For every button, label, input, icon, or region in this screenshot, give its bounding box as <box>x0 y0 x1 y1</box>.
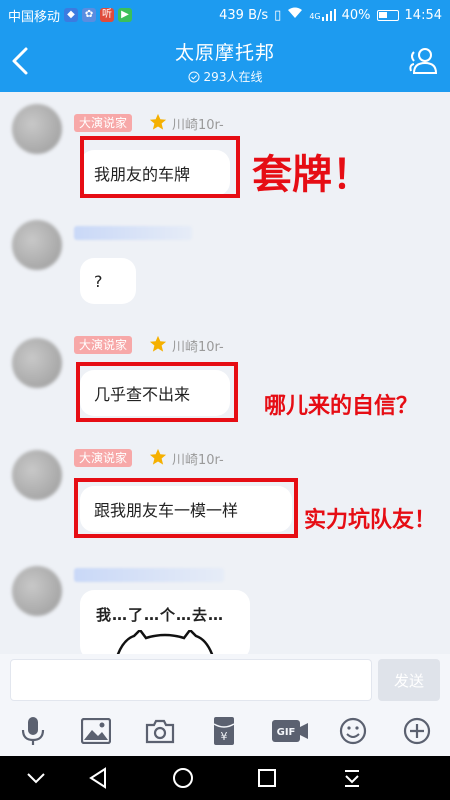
highlight-box <box>74 478 298 538</box>
sender-name[interactable]: 川崎10r- <box>172 449 224 468</box>
member-badge: 大演说家 <box>74 449 133 467</box>
star-icon <box>149 448 167 465</box>
status-bar: 中国移动 ◆ ✿ 听 ▶ 439 B/s ▯ 4G 40% 14:54 <box>0 0 450 30</box>
online-check-icon <box>188 71 200 82</box>
plus-icon[interactable] <box>400 714 434 748</box>
listen-icon: 听 <box>100 8 115 22</box>
shield-icon: ◆ <box>64 8 79 22</box>
signal-type: 4G <box>309 12 321 21</box>
message-input[interactable] <box>10 659 372 701</box>
star-icon <box>149 113 167 130</box>
video-icon: ▶ <box>118 8 133 22</box>
message-bubble[interactable]: ? <box>80 258 136 304</box>
mic-icon[interactable] <box>16 714 50 748</box>
annotation-text: 实力坑队友！ <box>304 508 437 533</box>
wifi-icon <box>287 7 303 23</box>
signal-icon: 4G <box>309 9 336 21</box>
clock: 14:54 <box>404 7 442 23</box>
gif-icon[interactable]: GIF <box>271 714 309 748</box>
recents-icon[interactable] <box>253 764 281 792</box>
back-icon[interactable] <box>84 764 112 792</box>
avatar[interactable] <box>12 220 62 270</box>
sticker-image[interactable]: 我…了…个…去… <box>80 590 250 654</box>
camera-icon[interactable] <box>143 714 177 748</box>
svg-text:¥: ¥ <box>221 730 228 743</box>
network-speed: 439 B/s <box>219 7 269 23</box>
annotation-text: 哪儿来的自信？ <box>264 394 419 419</box>
annotation-text: 套牌！ <box>252 152 372 198</box>
group-members-icon[interactable] <box>406 44 440 78</box>
avatar[interactable] <box>12 566 62 616</box>
battery-percent: 40% <box>341 7 371 23</box>
blurred-name <box>74 226 192 240</box>
home-icon[interactable] <box>169 764 197 792</box>
online-count: 293人在线 <box>188 68 263 85</box>
emoji-icon[interactable] <box>336 714 370 748</box>
member-badge: 大演说家 <box>74 114 133 132</box>
highlight-box <box>80 136 240 198</box>
chat-area[interactable]: 大演说家 川崎10r- 我朋友的车牌 套牌！ ? 大演说家 川崎10r- 几乎查… <box>0 92 450 654</box>
chat-header: 太原摩托邦 293人在线 <box>0 30 450 92</box>
sender-name[interactable]: 川崎10r- <box>172 114 224 133</box>
avatar[interactable] <box>12 450 62 500</box>
title-block: 太原摩托邦 293人在线 <box>0 38 450 87</box>
app-icon: ✿ <box>82 8 97 22</box>
blurred-name <box>74 568 224 582</box>
input-toolbar: ¥ GIF <box>0 704 450 756</box>
notification-pull-icon[interactable] <box>338 764 366 792</box>
cartoon-face-icon <box>116 630 214 654</box>
send-button[interactable]: 发送 <box>378 659 440 701</box>
online-text: 293人在线 <box>203 70 263 84</box>
red-packet-icon[interactable]: ¥ <box>207 714 241 748</box>
sticker-caption: 我…了…个…去… <box>96 606 225 624</box>
system-nav-bar <box>0 756 450 800</box>
avatar[interactable] <box>12 338 62 388</box>
battery-icon <box>376 9 399 21</box>
sender-name[interactable]: 川崎10r- <box>172 336 224 355</box>
input-bar: 发送 <box>0 654 450 704</box>
avatar[interactable] <box>12 104 62 154</box>
star-icon <box>149 335 167 352</box>
collapse-icon[interactable] <box>22 764 50 792</box>
image-icon[interactable] <box>79 714 113 748</box>
vibrate-icon: ▯ <box>274 7 282 23</box>
carrier-label: 中国移动 <box>8 9 61 25</box>
group-title[interactable]: 太原摩托邦 <box>0 38 450 65</box>
svg-text:GIF: GIF <box>277 727 296 738</box>
member-badge: 大演说家 <box>74 336 133 354</box>
highlight-box <box>76 362 238 422</box>
